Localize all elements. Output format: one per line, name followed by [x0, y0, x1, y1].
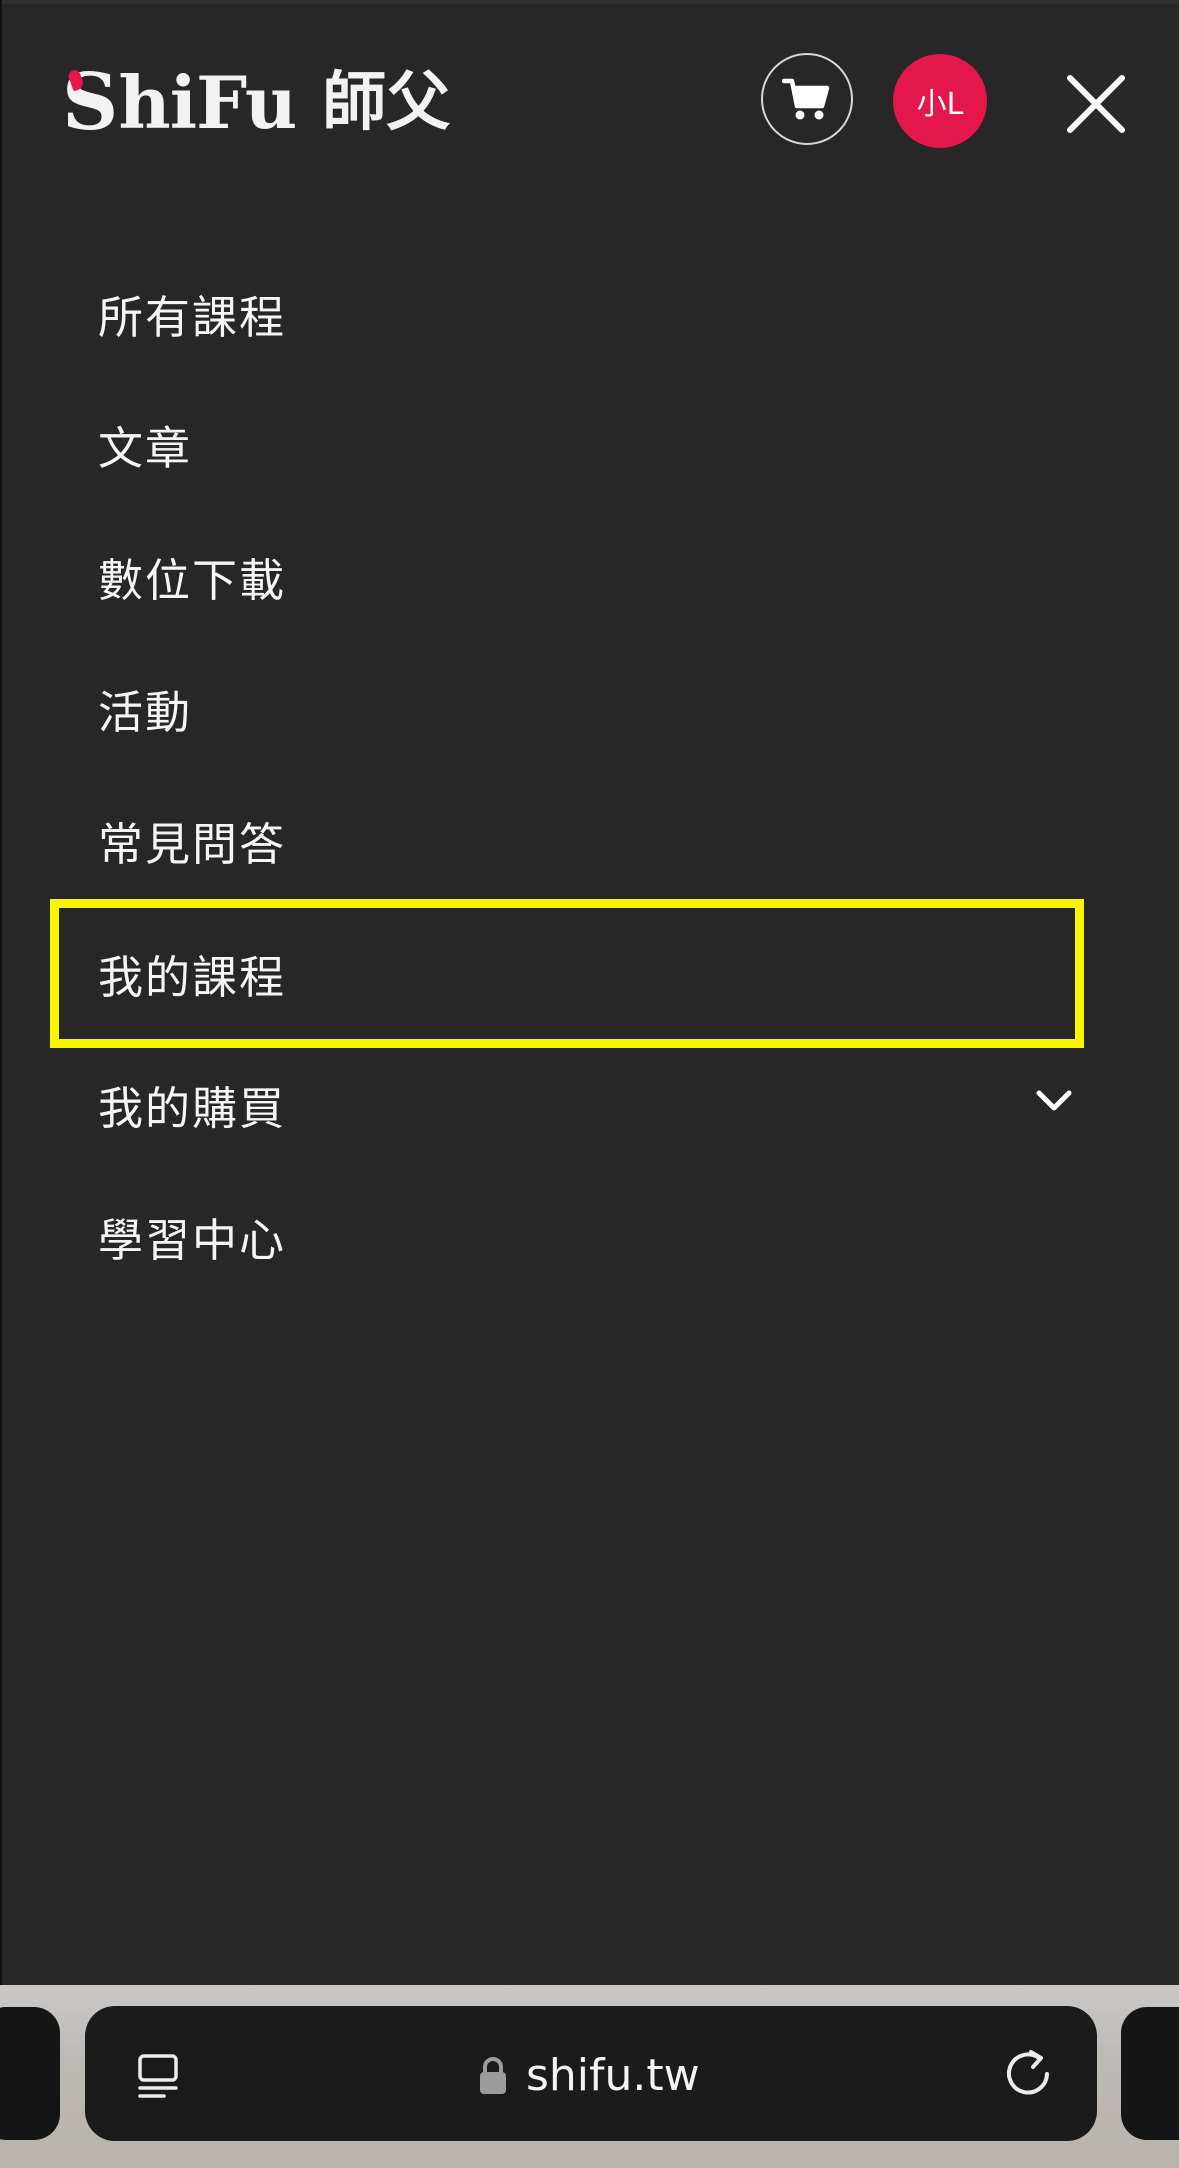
cart-icon	[782, 78, 830, 120]
menu-item-digital-downloads[interactable]: 數位下載	[98, 530, 1088, 622]
lock-icon	[480, 2057, 506, 2094]
logo-accent-dot	[66, 68, 86, 91]
menu-item-label: 活動	[98, 685, 193, 739]
logo-chinese: 師父	[322, 64, 451, 140]
reload-icon[interactable]	[1003, 2048, 1055, 2100]
status-edge	[0, 0, 1179, 4]
close-menu-button[interactable]	[1066, 74, 1126, 134]
left-edge	[0, 0, 2, 1985]
menu-item-label: 常見問答	[98, 817, 287, 871]
menu-item-label: 所有課程	[98, 290, 287, 344]
logo-text: hiFu	[118, 59, 297, 145]
menu-item-articles[interactable]: 文章	[98, 398, 1088, 490]
menu-item-my-purchases[interactable]: 我的購買	[98, 1058, 1088, 1150]
menu-item-learning-center[interactable]: 學習中心	[98, 1190, 1088, 1282]
menu-item-label: 學習中心	[98, 1213, 287, 1267]
highlight-box	[50, 899, 1084, 1048]
logo-initial: S	[62, 56, 119, 148]
previous-tab-preview[interactable]	[0, 2007, 60, 2140]
next-tab-preview[interactable]	[1121, 2007, 1179, 2140]
menu-item-label: 文章	[98, 421, 193, 475]
menu-item-label: 數位下載	[98, 553, 287, 607]
menu-item-all-courses[interactable]: 所有課程	[98, 267, 1088, 359]
tabs-icon[interactable]	[134, 2051, 184, 2101]
menu-item-faq[interactable]: 常見問答	[98, 794, 1088, 886]
cart-button[interactable]	[761, 53, 853, 145]
close-icon	[1067, 75, 1125, 133]
url-text: shifu.tw	[526, 2049, 700, 2101]
url-display[interactable]: shifu.tw	[478, 2040, 700, 2110]
menu-item-events[interactable]: 活動	[98, 662, 1088, 754]
chevron-down-icon[interactable]	[1034, 1086, 1074, 1116]
menu-item-label: 我的購買	[98, 1081, 287, 1135]
user-avatar[interactable]: 小L	[893, 54, 987, 148]
mobile-screen: ShiFu 師父 小L 所有課程 文章 數位下載 活動 常見問答 我的課程 我的…	[0, 0, 1179, 2168]
shifu-logo[interactable]: ShiFu 師父	[62, 60, 450, 145]
